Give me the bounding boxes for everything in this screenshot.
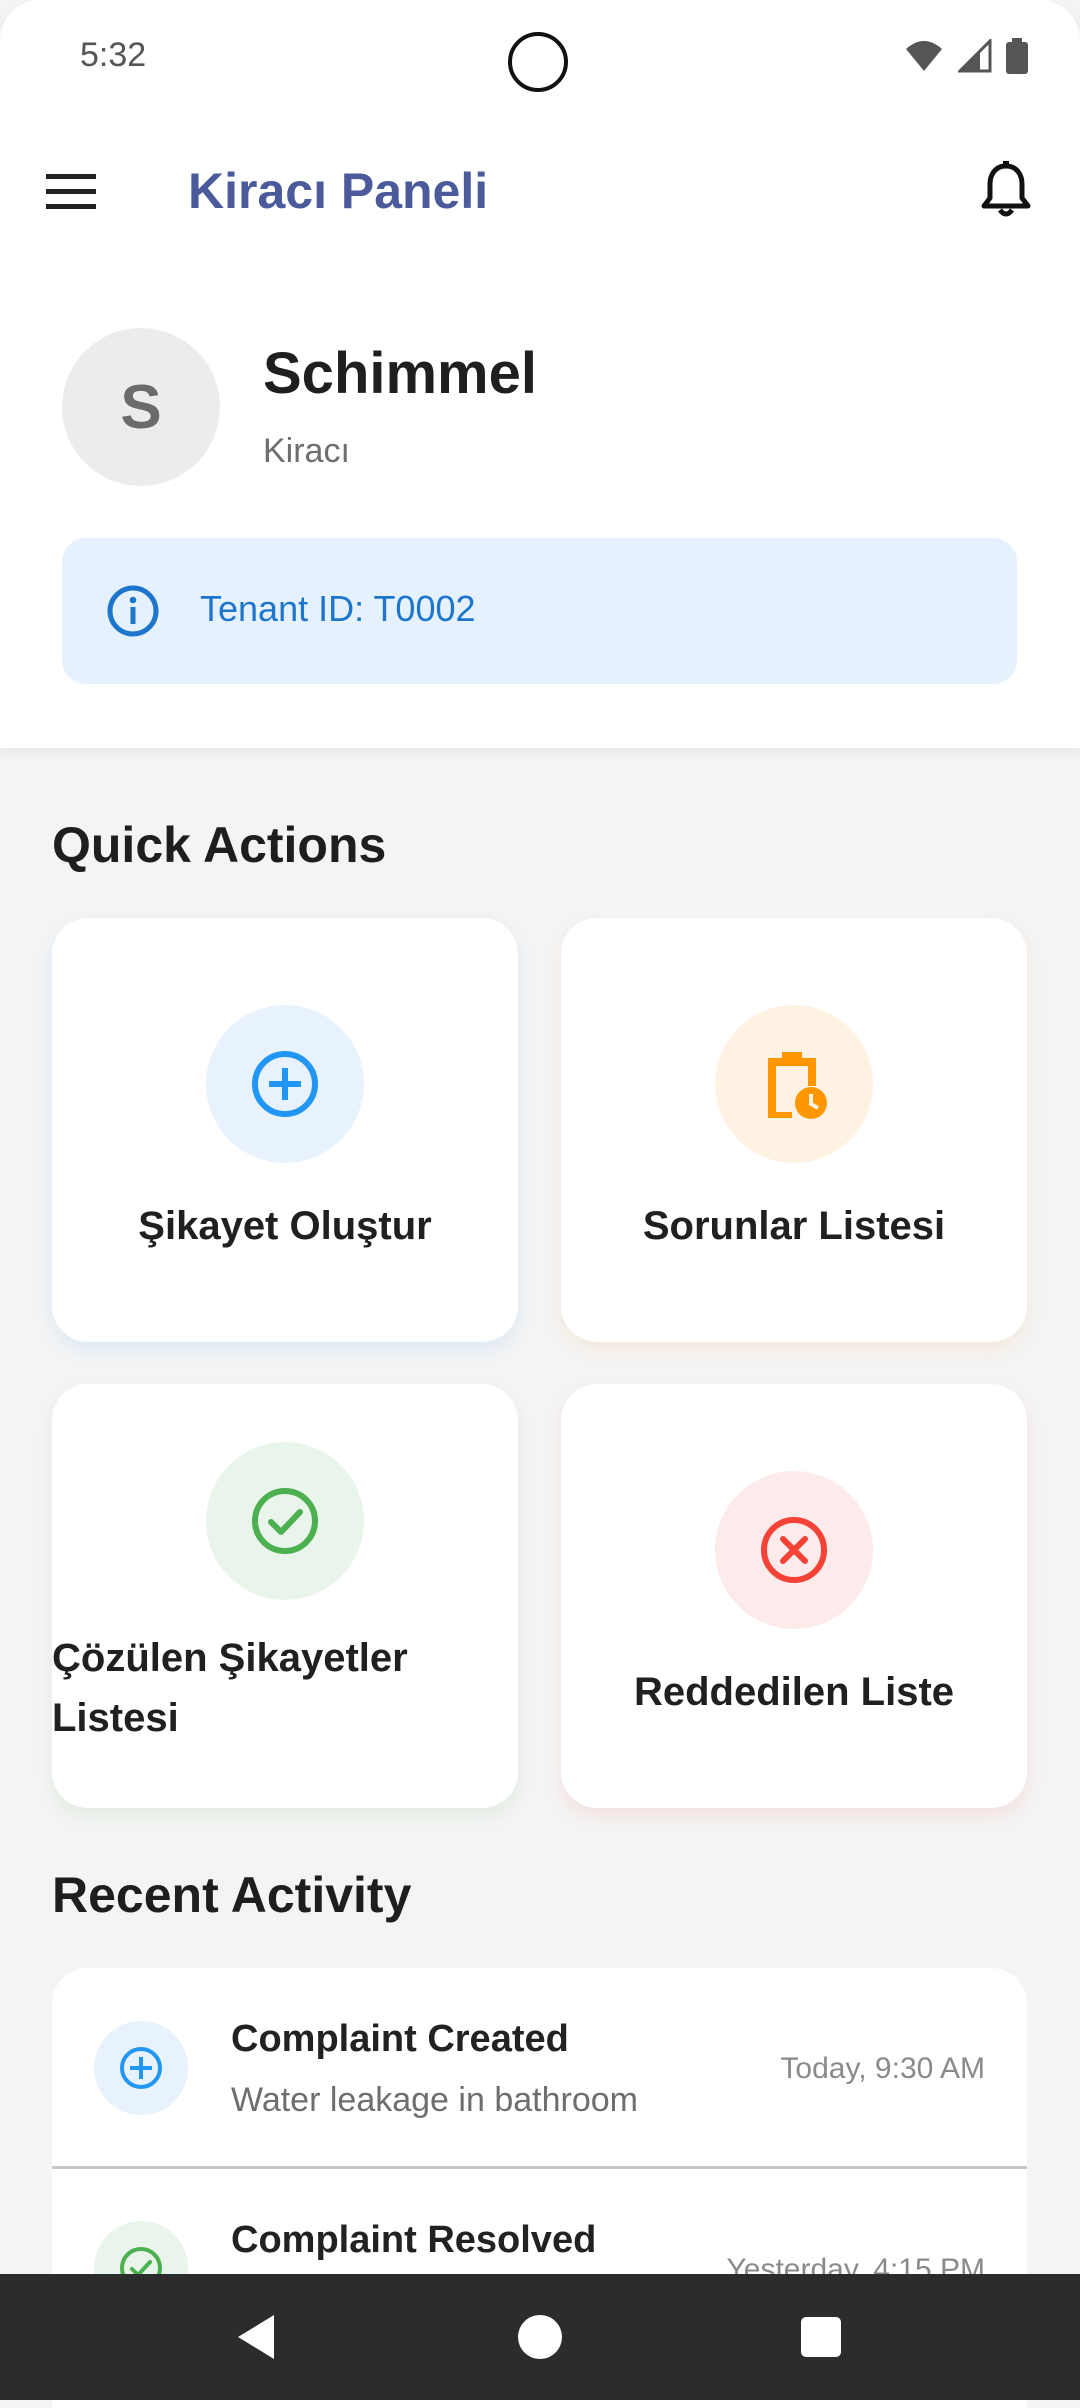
- notification-bell-icon[interactable]: [978, 160, 1034, 220]
- camera-cutout: [508, 32, 568, 92]
- app-title: Kiracı Paneli: [188, 163, 489, 219]
- back-icon[interactable]: [232, 2311, 284, 2363]
- add-circle-icon: [94, 2021, 188, 2115]
- user-role: Kiracı: [263, 432, 350, 470]
- clipboard-clock-icon: [715, 1005, 873, 1163]
- activity-title: Complaint Resolved: [231, 2219, 597, 2261]
- quick-actions-title: Quick Actions: [52, 817, 387, 873]
- issues-list-card[interactable]: Sorunlar Listesi: [561, 918, 1027, 1342]
- recent-activity-title: Recent Activity: [52, 1867, 412, 1923]
- resolved-complaints-card[interactable]: Çözülen Şikayetler Listesi: [52, 1384, 518, 1808]
- signal-icon: [958, 39, 992, 73]
- menu-icon[interactable]: [46, 170, 96, 214]
- cancel-circle-icon: [715, 1471, 873, 1629]
- check-circle-icon: [206, 1442, 364, 1600]
- rejected-list-card[interactable]: Reddedilen Liste: [561, 1384, 1027, 1808]
- rejected-list-label: Reddedilen Liste: [633, 1670, 955, 1714]
- system-nav-bar: [0, 2274, 1080, 2400]
- resolved-complaints-label: Çözülen Şikayetler Listesi: [52, 1636, 408, 1740]
- user-name: Schimmel: [263, 341, 537, 406]
- activity-time: Today, 9:30 AM: [780, 2052, 985, 2085]
- info-icon: [107, 585, 159, 637]
- status-time: 5:32: [80, 36, 147, 74]
- activity-title: Complaint Created: [231, 2018, 569, 2060]
- recents-icon[interactable]: [795, 2311, 847, 2363]
- create-complaint-label: Şikayet Oluştur: [138, 1204, 432, 1248]
- status-icons: [904, 38, 1028, 74]
- tenant-id-banner: Tenant ID: T0002: [62, 538, 1017, 684]
- wifi-icon: [906, 41, 942, 71]
- tenant-id-text: Tenant ID: T0002: [200, 588, 476, 629]
- header-card: 5:32 Kiracı Paneli S Schimmel Kiracı Ten…: [0, 0, 1080, 748]
- create-complaint-card[interactable]: Şikayet Oluştur: [52, 918, 518, 1342]
- add-circle-icon: [206, 1005, 364, 1163]
- home-icon[interactable]: [514, 2311, 566, 2363]
- avatar: S: [62, 328, 220, 486]
- activity-subtitle: Water leakage in bathroom: [231, 2081, 638, 2119]
- battery-icon: [1006, 38, 1028, 74]
- issues-list-label: Sorunlar Listesi: [642, 1204, 946, 1248]
- activity-item[interactable]: Complaint Created Water leakage in bathr…: [52, 1968, 1027, 2169]
